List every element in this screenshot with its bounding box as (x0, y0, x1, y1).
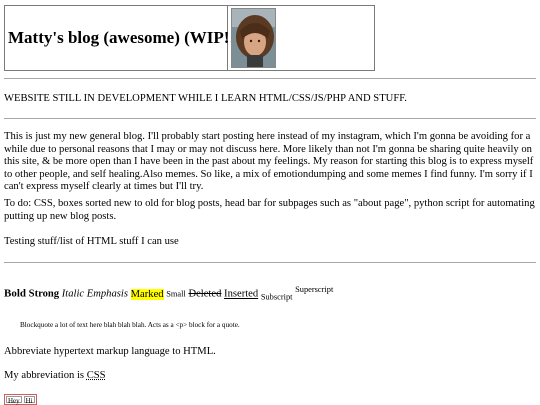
avatar-box (228, 6, 374, 70)
greeting-hi: Hi (23, 396, 35, 405)
greeting-hey: Hey (6, 396, 22, 405)
small-text: Small (166, 289, 186, 299)
superscript-text: Superscript (295, 285, 334, 294)
intro-paragraph: This is just my new general blog. I'll p… (4, 131, 534, 193)
abbreviation-prefix: My abbreviation is (4, 370, 87, 381)
avatar (231, 8, 276, 68)
dev-notice: WEBSITE STILL IN DEVELOPMENT WHILE I LEA… (4, 93, 407, 104)
page-title: Matty's blog (awesome) (WIP!!!) (8, 28, 247, 47)
divider-notice (4, 118, 536, 119)
title-box: Matty's blog (awesome) (WIP!!!) (5, 6, 246, 70)
marked-text: Marked (130, 288, 164, 300)
todo-paragraph: To do: CSS, boxes sorted new to old for … (4, 198, 535, 222)
blockquote: Blockquote a lot of text here blah blah … (20, 321, 240, 329)
divider-testing (4, 262, 536, 263)
abbreviate-sentence: Abbreviate hypertext markup language to … (4, 346, 216, 357)
strong-text: Strong (28, 288, 60, 300)
emphasis-text: Emphasis (86, 288, 128, 300)
avatar-image (232, 9, 275, 67)
greeting-box: Hey Hi (4, 394, 37, 405)
formatting-samples: Bold Strong Italic Emphasis Marked Small… (4, 285, 333, 302)
header-bar: Matty's blog (awesome) (WIP!!!) (4, 5, 375, 71)
italic-text: Italic (61, 288, 85, 300)
bold-text: Bold (4, 287, 27, 300)
abbreviation-term: CSS (86, 370, 106, 381)
inserted-text: Inserted (224, 288, 259, 300)
abbreviation-line: My abbreviation is CSS (4, 370, 537, 383)
subscript-text: Subscript (260, 292, 293, 302)
deleted-text: Deleted (188, 288, 222, 300)
divider-top (4, 78, 536, 79)
testing-heading: Testing stuff/list of HTML stuff I can u… (4, 236, 179, 247)
